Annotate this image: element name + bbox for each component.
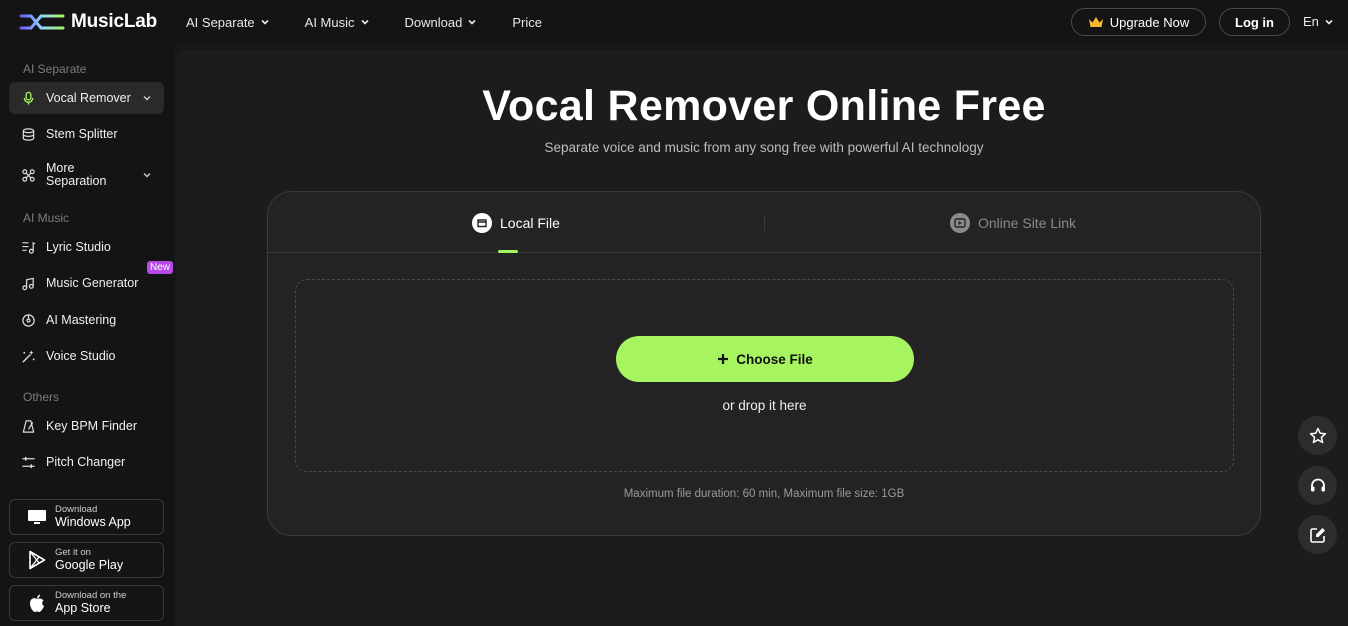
store-button-big: Google Play <box>55 558 124 572</box>
login-button[interactable]: Log in <box>1219 8 1290 36</box>
sidebar-item-label: Music Generator <box>46 276 139 290</box>
favorite-button[interactable] <box>1298 416 1337 455</box>
sidebar-item-label: Pitch Changer <box>46 455 126 469</box>
store-button-small: Download on the <box>55 590 127 601</box>
page-subtitle: Separate voice and music from any song f… <box>544 140 984 155</box>
edit-icon <box>1309 527 1325 543</box>
store-button-small: Download <box>55 504 98 515</box>
file-dropzone[interactable]: Choose File or drop it here <box>295 279 1234 472</box>
drop-hint: or drop it here <box>722 398 807 413</box>
nav-ai-separate[interactable]: AI Separate <box>186 15 270 30</box>
sidebar-item-voice-studio[interactable]: Voice Studio <box>9 340 164 372</box>
sidebar: AI Separate Vocal Remover Stem Splitter … <box>0 44 174 626</box>
brand-name: MusicLab <box>71 11 158 32</box>
metronome-icon <box>22 419 35 433</box>
chevron-down-icon <box>261 19 269 25</box>
nav-label: Download <box>404 14 463 30</box>
upgrade-button[interactable]: Upgrade Now <box>1071 8 1206 36</box>
sidebar-section-title: Others <box>23 390 60 404</box>
chevron-down-icon <box>468 19 476 25</box>
google-play-icon <box>29 550 46 570</box>
sidebar-item-pitch-changer[interactable]: Pitch Changer <box>9 446 164 478</box>
tab-label: Local File <box>500 215 560 231</box>
sidebar-item-label: Key BPM Finder <box>46 419 138 433</box>
star-icon <box>1309 427 1326 443</box>
sidebar-section-title: AI Separate <box>23 62 87 76</box>
download-windows-app-button[interactable]: Download Windows App <box>9 499 164 535</box>
sidebar-item-label: More Separation <box>46 161 107 188</box>
file-icon <box>472 213 492 233</box>
disc-icon <box>22 313 35 327</box>
store-button-big: Windows App <box>55 515 131 529</box>
nav-price[interactable]: Price <box>512 15 542 30</box>
nav-label: AI Separate <box>186 14 255 30</box>
crown-icon <box>1088 17 1103 27</box>
tab-divider <box>764 215 765 231</box>
google-play-button[interactable]: Get it on Google Play <box>9 542 164 578</box>
chevron-down-icon <box>1325 19 1333 25</box>
choose-file-label: Choose File <box>736 351 813 367</box>
musiclab-logo-icon <box>19 14 65 30</box>
nav-download[interactable]: Download <box>405 15 478 30</box>
sidebar-item-label: Voice Studio <box>46 349 116 363</box>
brand-logo[interactable]: MusicLab <box>19 10 157 34</box>
sidebar-item-label: Lyric Studio <box>46 240 111 254</box>
feedback-button[interactable] <box>1298 515 1337 554</box>
new-badge: New <box>147 261 174 274</box>
sidebar-item-lyric-studio[interactable]: Lyric Studio <box>9 231 164 263</box>
login-label: Log in <box>1235 14 1274 30</box>
support-button[interactable] <box>1298 466 1337 505</box>
app-store-button[interactable]: Download on the App Store <box>9 585 164 621</box>
sidebar-item-ai-mastering[interactable]: AI Mastering <box>9 304 164 336</box>
main-nav: AI Separate AI Music Download Price <box>186 0 542 44</box>
lyric-icon <box>22 241 36 254</box>
store-button-big: App Store <box>55 601 111 615</box>
sidebar-item-more-separation[interactable]: More Separation <box>9 158 164 192</box>
sidebar-item-label: AI Mastering <box>46 313 117 327</box>
sidebar-item-key-bpm-finder[interactable]: Key BPM Finder <box>9 410 164 442</box>
chevron-down-icon <box>143 173 151 178</box>
store-button-text: Download on the App Store <box>55 590 126 616</box>
store-button-small: Get it on <box>55 547 91 558</box>
sidebar-item-music-generator[interactable]: Music Generator New <box>9 261 174 299</box>
magic-wand-icon <box>22 349 35 363</box>
nav-label: Price <box>512 14 542 30</box>
upload-card: Local File Online Site Link Choose File … <box>267 191 1261 536</box>
tab-local-file[interactable]: Local File <box>472 212 560 234</box>
sidebar-section-title: AI Music <box>23 211 70 225</box>
language-selector[interactable]: En <box>1303 14 1334 29</box>
nav-ai-music[interactable]: AI Music <box>305 15 370 30</box>
network-icon <box>22 168 35 182</box>
headset-icon <box>1310 478 1325 491</box>
tab-online-site-link[interactable]: Online Site Link <box>950 212 1076 234</box>
monitor-icon <box>28 510 46 524</box>
language-label: En <box>1303 14 1319 29</box>
video-link-icon <box>950 213 970 233</box>
store-button-text: Get it on Google Play <box>55 547 123 573</box>
top-header: MusicLab AI Separate AI Music Download P… <box>0 0 1348 44</box>
page-title: Vocal Remover Online Free <box>482 82 1046 130</box>
tabs-divider-line <box>268 252 1260 253</box>
upgrade-label: Upgrade Now <box>1109 14 1190 30</box>
tab-label: Online Site Link <box>978 215 1077 231</box>
active-tab-indicator <box>498 250 518 253</box>
store-button-text: Download Windows App <box>55 504 131 530</box>
music-note-icon <box>22 277 34 290</box>
plus-icon <box>718 354 729 364</box>
file-limits-text: Maximum file duration: 60 min, Maximum f… <box>623 488 905 500</box>
chevron-down-icon <box>360 19 369 25</box>
apple-icon <box>30 594 44 612</box>
choose-file-button[interactable]: Choose File <box>616 336 914 382</box>
nav-label: AI Music <box>304 14 355 30</box>
sliders-icon <box>22 456 35 468</box>
